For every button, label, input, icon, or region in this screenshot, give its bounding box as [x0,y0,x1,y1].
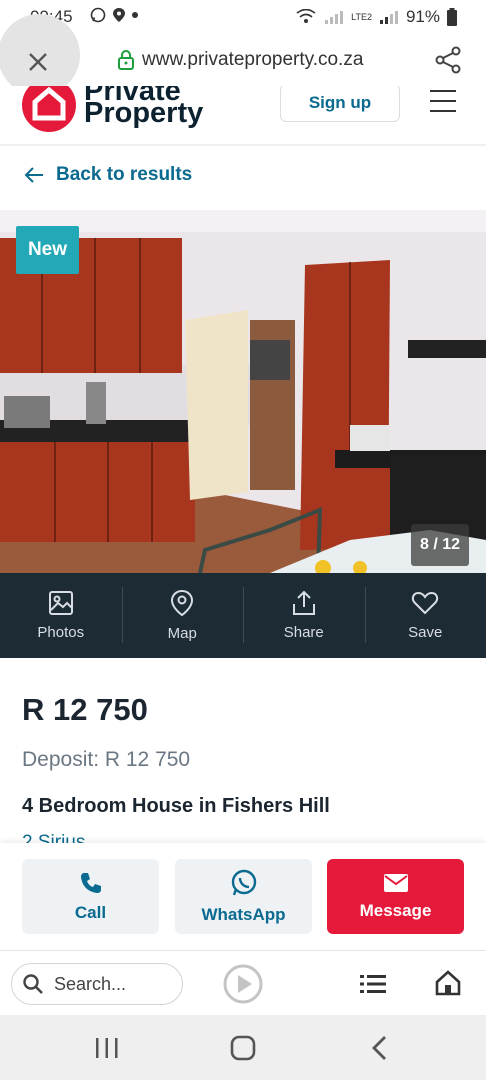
listing-deposit: Deposit: R 12 750 [22,748,191,771]
sign-up-button[interactable]: Sign up [280,86,400,122]
location-notification-icon [113,8,125,22]
lock-icon [118,50,134,70]
map-button[interactable]: Map [121,573,244,658]
arrow-left-icon [24,167,43,183]
browser-bottom-bar: Search... [0,950,486,1015]
message-label: Message [359,900,432,920]
close-icon [29,53,47,71]
listing-action-bar: Photos Map Share Save [0,573,486,658]
back-label: Back to results [56,164,193,185]
dot-icon [132,12,138,18]
list-icon[interactable] [360,974,386,994]
share-button[interactable]: Share [243,573,365,658]
heart-icon [412,591,439,615]
status-right: LTE2 91% [295,7,458,27]
wifi-call-icon [296,9,316,23]
phone-icon [80,872,101,893]
battery-percent: 91% [405,7,440,26]
whatsapp-icon [231,869,256,895]
system-nav-bar [0,1015,486,1080]
search-placeholder: Search... [54,973,127,994]
home-nav-icon[interactable] [230,1035,256,1061]
listing-price: R 12 750 [22,692,148,727]
whatsapp-button[interactable]: WhatsApp [175,859,312,934]
whatsapp-notification-icon [90,7,106,23]
back-to-results-link[interactable]: Back to results [24,164,192,186]
save-button[interactable]: Save [364,573,486,658]
status-bar: 09:45 LTE2 91% [0,0,486,36]
photos-icon [48,591,73,615]
battery-icon [447,8,457,26]
save-label: Save [408,624,443,641]
back-nav-icon[interactable] [370,1035,390,1061]
url-text: www.privateproperty.co.za [142,49,364,70]
network-label: LTE2 [351,11,372,22]
logo-icon[interactable] [22,86,76,132]
new-badge: New [16,226,79,274]
envelope-icon [383,873,408,892]
recent-apps-icon[interactable] [94,1036,120,1060]
search-icon [23,974,43,994]
map-pin-icon [171,589,194,617]
search-input[interactable]: Search... [11,963,183,1005]
share-upload-icon [292,590,315,615]
logo-line2: Property [84,97,204,129]
listing-title: 4 Bedroom House in Fishers Hill [22,795,330,817]
contact-bar: Call WhatsApp Message [0,843,486,950]
house-logo-icon [32,86,66,121]
browser-url-bar: www.privateproperty.co.za [0,14,486,96]
site-header: Private Property Sign up [0,86,486,146]
whatsapp-label: WhatsApp [201,904,286,924]
map-label: Map [167,625,197,642]
menu-icon[interactable] [430,90,456,120]
status-notification-icons [90,7,138,23]
call-button[interactable]: Call [22,859,159,934]
call-label: Call [74,902,107,922]
photo-counter: 8 / 12 [411,524,469,566]
close-tab-button[interactable] [0,14,80,96]
share-label: Share [283,624,324,641]
photos-label: Photos [37,624,85,641]
listing-photo[interactable]: New 8 / 12 [0,210,486,573]
play-icon[interactable] [223,964,263,1004]
photos-button[interactable]: Photos [0,573,122,658]
listing-address[interactable]: 2 Sirius [22,830,85,843]
url-display[interactable]: www.privateproperty.co.za [118,49,363,71]
signal-icon-2 [379,11,398,24]
header-divider [0,144,486,146]
home-icon[interactable] [435,970,461,996]
signal-icon-1 [325,11,344,24]
share-icon[interactable] [434,46,462,74]
message-button[interactable]: Message [327,859,464,934]
